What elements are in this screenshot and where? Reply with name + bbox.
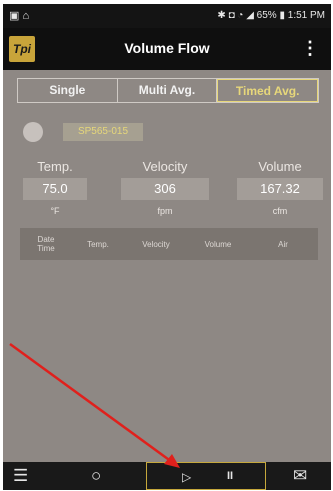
volume-value: 167.32 [237, 178, 323, 200]
tab-single[interactable]: Single [18, 79, 118, 102]
col-temp: Temp. [87, 239, 109, 249]
temp-value: 75.0 [23, 178, 87, 200]
list-icon[interactable]: ☰ [13, 466, 28, 486]
device-id-badge[interactable]: SP565-015 [63, 123, 143, 141]
tab-timed-avg[interactable]: Timed Avg. [217, 79, 319, 102]
status-left-icons: ▣ ⌂ [9, 10, 30, 22]
volume-unit: cfm [272, 206, 288, 216]
page-title: Volume Flow [124, 40, 210, 56]
playback-controls: ▷ II [146, 462, 266, 490]
velocity-value: 306 [121, 178, 209, 200]
phone-screen: ▣ ⌂ ✱ ◘ ◔ ◢ 65% ▮ 1:51 PM Tpi Volume Flo… [3, 4, 331, 490]
refresh-icon[interactable]: ○ [91, 466, 101, 486]
app-bar: Tpi Volume Flow ⋮ [3, 28, 331, 70]
mail-icon[interactable]: ✉ [293, 466, 307, 486]
velocity-unit: fpm [157, 206, 173, 216]
temp-label: Temp. [37, 159, 73, 174]
bottom-toolbar: ☰ ○ ▷ II ✉ [3, 462, 331, 490]
status-bar: ▣ ⌂ ✱ ◘ ◔ ◢ 65% ▮ 1:51 PM [3, 4, 331, 28]
device-status-icon[interactable] [23, 122, 43, 142]
status-right-info: ✱ ◘ ◔ ◢ 65% ▮ 1:51 PM [217, 10, 325, 21]
velocity-label: Velocity [142, 159, 188, 174]
col-date-time: Date Time [37, 235, 55, 253]
col-air: Air [278, 239, 288, 249]
tab-multi-avg[interactable]: Multi Avg. [118, 79, 218, 102]
col-velocity: Velocity [142, 239, 170, 249]
play-icon[interactable]: ▷ [182, 470, 191, 484]
col-volume: Volume [204, 239, 232, 249]
overflow-menu-icon[interactable]: ⋮ [301, 38, 319, 59]
temp-unit: °F [50, 206, 60, 216]
log-table-header: Date Time Temp. Velocity Volume Air [20, 228, 318, 260]
mode-tabs: Single Multi Avg. Timed Avg. [17, 78, 319, 103]
pause-icon[interactable]: II [227, 470, 233, 482]
volume-label: Volume [258, 159, 302, 174]
